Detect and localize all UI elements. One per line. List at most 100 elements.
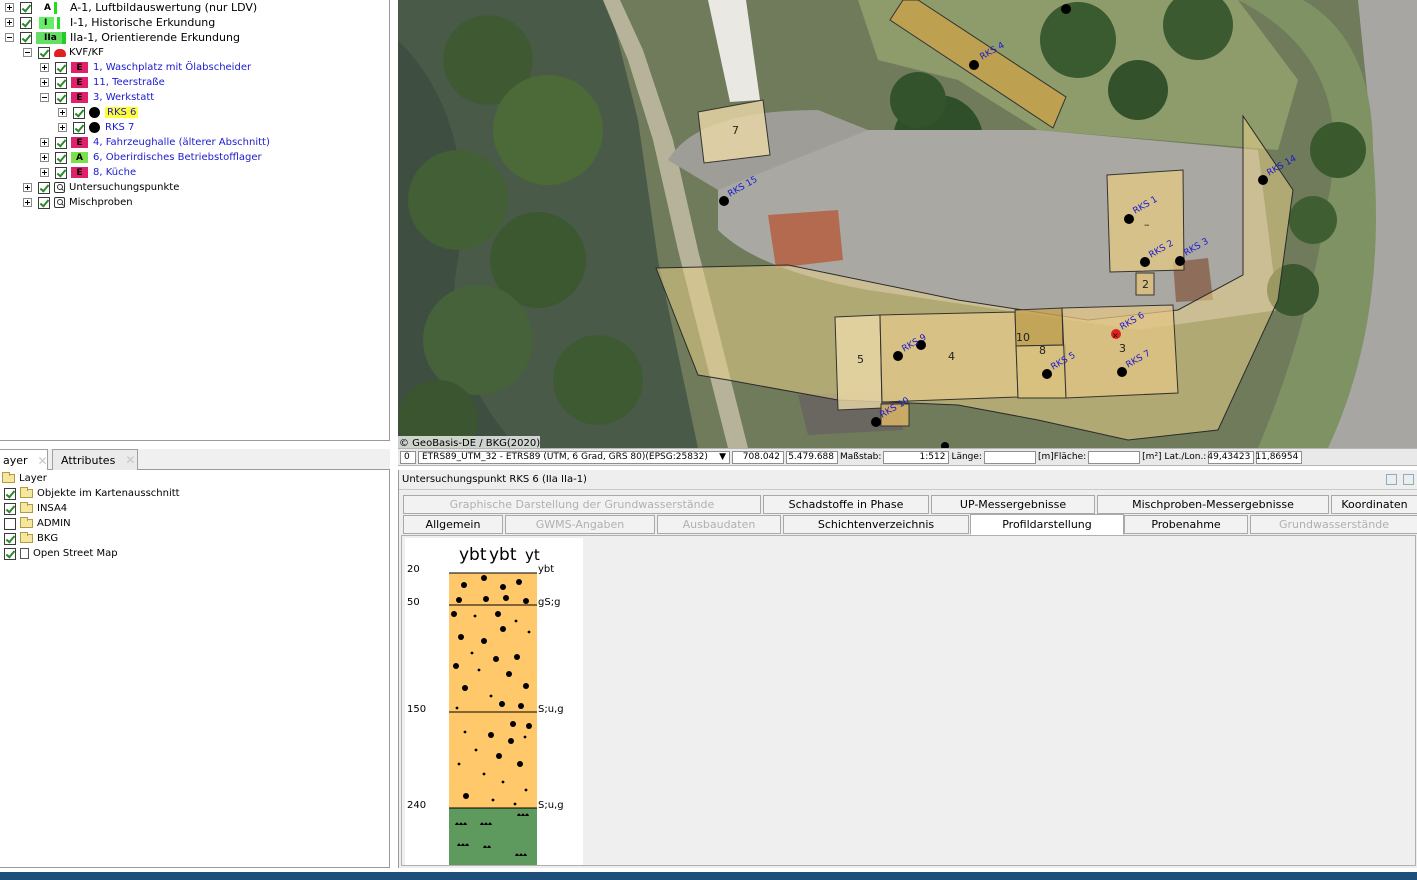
- tree-item-waschplatz[interactable]: E 1, Waschplatz mit Ölabscheider: [40, 60, 251, 75]
- tab-schadstoffe[interactable]: Schadstoffe in Phase: [763, 495, 929, 514]
- crs-select[interactable]: ETRS89_UTM_32 - ETRS89 (UTM, 6 Grad, GRS…: [418, 450, 730, 464]
- map-point[interactable]: [719, 196, 729, 206]
- tab-koordinaten[interactable]: Koordinaten: [1331, 495, 1417, 514]
- tree-item-kvf[interactable]: KVF/KF: [23, 45, 104, 60]
- tab-gwms-angaben[interactable]: GWMS-Angaben: [505, 515, 655, 534]
- visibility-checkbox[interactable]: [73, 106, 85, 119]
- tree-item-betriebstofflager[interactable]: A 6, Oberirdisches Betriebstofflager: [40, 150, 262, 165]
- visibility-checkbox[interactable]: [73, 121, 85, 134]
- lat-value: 49,43423: [1207, 450, 1255, 464]
- length-label: Länge:: [951, 452, 982, 462]
- visibility-checkbox[interactable]: [55, 61, 67, 74]
- tab-layer[interactable]: ayer ✕: [0, 449, 48, 471]
- tab-grundwasserstaende[interactable]: Grundwasserstände: [1250, 515, 1417, 534]
- expand-icon[interactable]: [40, 153, 49, 162]
- visibility-checkbox[interactable]: [55, 136, 67, 149]
- point-icon: [89, 122, 100, 133]
- collapse-icon[interactable]: [5, 33, 14, 42]
- maximize-icon[interactable]: [1403, 474, 1414, 485]
- visibility-checkbox[interactable]: [55, 151, 67, 164]
- chevron-down-icon[interactable]: ▼: [719, 452, 726, 462]
- tab-label: ayer: [3, 454, 28, 467]
- expand-icon[interactable]: [58, 108, 67, 117]
- expand-icon[interactable]: [58, 123, 67, 132]
- visibility-checkbox[interactable]: [20, 31, 32, 44]
- map-point[interactable]: [893, 351, 903, 361]
- expand-icon[interactable]: [23, 198, 32, 207]
- tree-item-label: Mischproben: [69, 197, 133, 208]
- layer-checkbox[interactable]: [4, 487, 16, 500]
- visibility-checkbox[interactable]: [20, 16, 32, 29]
- expand-icon[interactable]: [5, 3, 14, 12]
- visibility-checkbox[interactable]: [38, 196, 50, 209]
- map-point[interactable]: [1258, 175, 1268, 185]
- tab-schichtenverzeichnis[interactable]: Schichtenverzeichnis: [783, 515, 969, 534]
- collapse-icon[interactable]: [40, 93, 49, 102]
- layer-checkbox[interactable]: [4, 547, 16, 560]
- badge-e-icon: E: [71, 62, 88, 73]
- expand-icon[interactable]: [40, 63, 49, 72]
- expand-icon[interactable]: [40, 168, 49, 177]
- visibility-checkbox[interactable]: [20, 1, 32, 14]
- layer-osm[interactable]: Open Street Map: [4, 546, 118, 561]
- layer-bkg[interactable]: BKG: [4, 531, 58, 546]
- search-icon: [54, 197, 65, 208]
- phase-i-icon: I: [36, 16, 66, 29]
- layer-objekte[interactable]: Objekte im Kartenausschnitt: [4, 486, 180, 501]
- tab-mischproben-messergebnisse[interactable]: Mischproben-Messergebnisse: [1097, 495, 1329, 514]
- scale-input[interactable]: 1:512: [883, 450, 950, 464]
- tab-profildarstellung[interactable]: Profildarstellung: [970, 514, 1124, 535]
- tree-item-rks6[interactable]: RKS 6: [58, 105, 139, 120]
- close-icon[interactable]: ✕: [125, 453, 135, 467]
- collapse-icon[interactable]: [23, 48, 32, 57]
- tree-item-fahrzeughalle[interactable]: E 4, Fahrzeughalle (älterer Abschnitt): [40, 135, 270, 150]
- layer-insa4[interactable]: INSA4: [4, 501, 67, 516]
- visibility-checkbox[interactable]: [55, 91, 67, 104]
- tree-item-werkstatt[interactable]: E 3, Werkstatt: [40, 90, 154, 105]
- map-point[interactable]: [1124, 214, 1134, 224]
- expand-icon[interactable]: [40, 78, 49, 87]
- close-icon[interactable]: ✕: [38, 454, 48, 468]
- map-view[interactable]: 7 2 5 4 10 8 3 – × RKS 4 RKS 15 RKS 1 RK…: [398, 0, 1417, 448]
- map-point[interactable]: [969, 60, 979, 70]
- visibility-checkbox[interactable]: [38, 46, 50, 59]
- tree-item-label: RKS 6: [105, 107, 139, 118]
- tree-item-kueche[interactable]: E 8, Küche: [40, 165, 136, 180]
- tree-item-teerstrasse[interactable]: E 11, Teerstraße: [40, 75, 165, 90]
- layer-checkbox[interactable]: [4, 517, 16, 530]
- tab-attributes[interactable]: Attributes ✕: [52, 449, 138, 470]
- tab-grundwasser-grafik[interactable]: Graphische Darstellung der Grundwasserst…: [403, 495, 761, 514]
- layer-checkbox[interactable]: [4, 502, 16, 515]
- map-point[interactable]: [1140, 257, 1150, 267]
- expand-icon[interactable]: [5, 18, 14, 27]
- layer-label: Objekte im Kartenausschnitt: [37, 488, 180, 499]
- tree-item-phase-iia[interactable]: IIa IIa-1, Orientierende Erkundung: [5, 30, 240, 45]
- visibility-checkbox[interactable]: [55, 166, 67, 179]
- tab-ausbaudaten[interactable]: Ausbaudaten: [657, 515, 781, 534]
- tree-item-untersuchungspunkte[interactable]: Untersuchungspunkte: [23, 180, 179, 195]
- tab-allgemein[interactable]: Allgemein: [403, 515, 503, 534]
- visibility-checkbox[interactable]: [55, 76, 67, 89]
- expand-icon[interactable]: [40, 138, 49, 147]
- map-point[interactable]: [871, 417, 881, 427]
- layer-admin[interactable]: ADMIN: [4, 516, 71, 531]
- map-point[interactable]: [1061, 4, 1071, 14]
- search-icon: [54, 182, 65, 193]
- map-point[interactable]: [1117, 367, 1127, 377]
- tree-item-phase-i[interactable]: I I-1, Historische Erkundung: [5, 15, 215, 30]
- map-canvas[interactable]: 7 2 5 4 10 8 3 – × RKS 4 RKS 15 RKS 1 RK…: [398, 0, 1417, 448]
- expand-icon[interactable]: [23, 183, 32, 192]
- tree-item-rks7[interactable]: RKS 7: [58, 120, 134, 135]
- tab-up-messergebnisse[interactable]: UP-Messergebnisse: [931, 495, 1095, 514]
- minimize-icon[interactable]: [1386, 474, 1397, 485]
- tab-probenahme[interactable]: Probenahme: [1124, 515, 1248, 534]
- profile-layer-label: ybt: [538, 564, 554, 575]
- visibility-checkbox[interactable]: [38, 181, 50, 194]
- tree-item-label: 3, Werkstatt: [93, 92, 155, 103]
- tree-item-mischproben[interactable]: Mischproben: [23, 195, 133, 210]
- map-point[interactable]: [1175, 256, 1185, 266]
- map-point[interactable]: [1042, 369, 1052, 379]
- layer-checkbox[interactable]: [4, 532, 16, 545]
- layer-root[interactable]: Layer: [2, 471, 47, 486]
- tree-item-phase-a[interactable]: A A-1, Luftbildauswertung (nur LDV): [5, 0, 257, 15]
